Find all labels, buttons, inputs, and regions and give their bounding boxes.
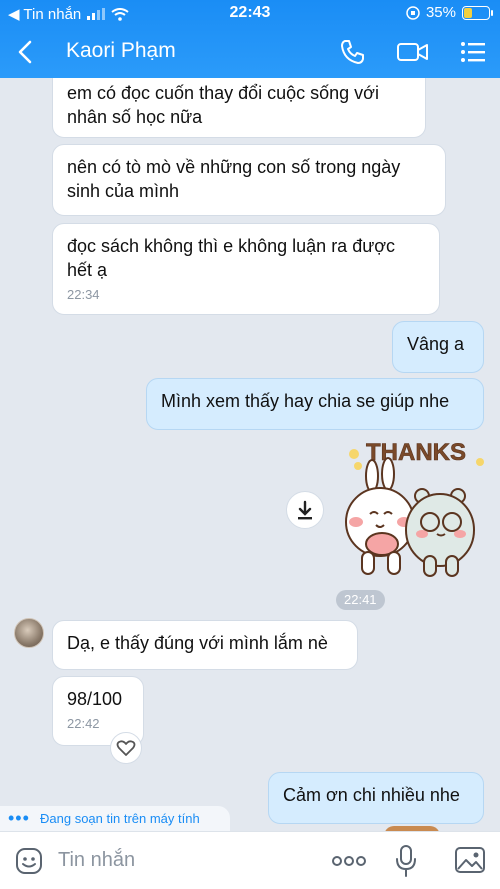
download-button[interactable] xyxy=(286,491,324,529)
react-button[interactable] xyxy=(110,732,142,764)
microphone-icon[interactable] xyxy=(394,844,418,878)
typing-text: Đang soạn tin trên máy tính xyxy=(40,811,200,826)
sticker-icon[interactable] xyxy=(14,846,44,876)
message-outgoing[interactable]: Mình xem thấy hay chia se giúp nhe xyxy=(146,378,484,430)
chat-header: ◀ Tin nhắn 22:43 35% Kaori Phạm xyxy=(0,0,500,78)
message-incoming[interactable]: đọc sách không thì e không luận ra được … xyxy=(52,223,440,315)
message-incoming[interactable]: nên có tò mò về những con số trong ngày … xyxy=(52,144,446,216)
message-composer: Tin nhắn xyxy=(0,831,500,889)
battery-icon xyxy=(462,5,493,20)
image-icon[interactable] xyxy=(454,845,486,875)
message-text: Cảm ơn chi nhiều nhe xyxy=(283,785,460,805)
avatar[interactable] xyxy=(14,618,44,648)
battery-fill xyxy=(464,7,473,18)
download-icon xyxy=(298,500,312,520)
status-right: 35% xyxy=(406,4,493,21)
nav-row: Kaori Phạm xyxy=(0,26,500,78)
message-text: 98/100 xyxy=(67,689,123,709)
message-text: Mình xem thấy hay chia se giúp nhe xyxy=(161,391,450,411)
message-incoming[interactable]: em có đọc cuốn thay đổi cuộc sống với nh… xyxy=(52,78,426,138)
thanks-sticker[interactable]: THANKS xyxy=(332,430,492,582)
typing-dots-icon: ••• xyxy=(8,808,30,828)
message-incoming[interactable]: Dạ, e thấy đúng với mình lắm nè xyxy=(52,620,358,670)
message-text: đọc sách không thì e không luận ra được … xyxy=(67,236,396,280)
menu-list-icon[interactable] xyxy=(458,38,488,66)
message-text: Vâng a xyxy=(407,334,465,354)
typing-indicator: ••• Đang soạn tin trên máy tính xyxy=(0,806,230,831)
status-bar: ◀ Tin nhắn 22:43 35% xyxy=(0,0,500,26)
message-outgoing[interactable]: Cảm ơn chi nhiều nhe xyxy=(268,772,484,824)
message-text: nên có tò mò về những con số trong ngày … xyxy=(67,157,401,201)
message-time: 22:34 xyxy=(67,287,100,302)
message-time: 22:42 xyxy=(67,716,100,731)
orientation-lock-icon xyxy=(406,5,420,20)
heart-icon xyxy=(116,740,136,756)
battery-percent: 35% xyxy=(425,4,456,21)
contact-name[interactable]: Kaori Phạm xyxy=(66,39,176,63)
more-icon[interactable] xyxy=(332,850,366,872)
message-outgoing[interactable]: Vâng a xyxy=(392,321,484,373)
message-input[interactable]: Tin nhắn xyxy=(58,849,135,872)
sticker-time: 22:41 xyxy=(336,590,385,610)
message-text: em có đọc cuốn thay đổi cuộc sống với nh… xyxy=(67,83,379,127)
sticker-text: THANKS xyxy=(366,439,466,466)
back-icon[interactable] xyxy=(14,38,38,66)
message-text: Dạ, e thấy đúng với mình lắm nè xyxy=(67,633,328,653)
video-call-icon[interactable] xyxy=(396,38,430,66)
message-list[interactable]: em có đọc cuốn thay đổi cuộc sống với nh… xyxy=(0,78,500,831)
phone-icon[interactable] xyxy=(338,38,368,66)
